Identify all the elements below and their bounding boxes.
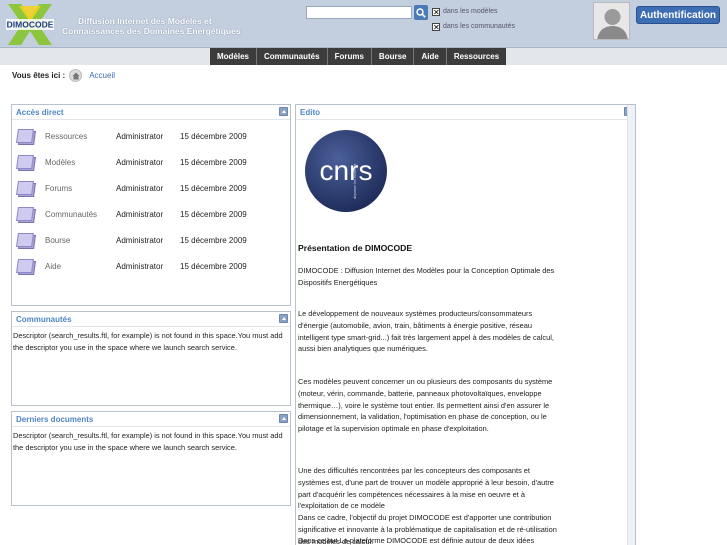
- item-date: 15 décembre 2009: [180, 132, 247, 141]
- acces-direct-panel: Accès direct Ressources Administrator 15…: [11, 104, 291, 306]
- home-icon[interactable]: [69, 69, 83, 82]
- item-author: Administrator: [116, 262, 164, 271]
- item-author: Administrator: [116, 236, 164, 245]
- nav-item-ressources[interactable]: Ressources: [447, 48, 506, 65]
- item-author: Administrator: [116, 184, 164, 193]
- site-tagline: Diffusion Internet des Modèles et Connai…: [62, 16, 241, 36]
- collapse-icon[interactable]: [279, 107, 288, 116]
- edito-paragraph: Le développement de nouveaux systèmes pr…: [298, 309, 554, 354]
- tagline-line-1: Diffusion Internet des Modèles et: [78, 16, 212, 26]
- list-item[interactable]: Bourse Administrator 15 décembre 2009: [16, 232, 286, 250]
- dimocode-logo[interactable]: DIMOCODE: [4, 2, 56, 47]
- document-icon: [16, 206, 38, 224]
- scope-models-checkbox[interactable]: ✕: [432, 7, 440, 16]
- derniers-documents-title: Derniers documents: [12, 412, 290, 427]
- acces-direct-title: Accès direct: [12, 105, 290, 120]
- list-item[interactable]: Aide Administrator 15 décembre 2009: [16, 258, 286, 276]
- header: DIMOCODE Diffusion Internet des Modèles …: [0, 0, 727, 48]
- tagline-line-2: Connaissances des Domaines Energétiques: [62, 26, 241, 36]
- svg-text:dépasser les frontières: dépasser les frontières: [353, 163, 357, 199]
- scope-communities-label: dans les communautés: [443, 23, 515, 30]
- edito-title: Edito: [296, 105, 635, 120]
- cnrs-logo: cnrs dépasser les frontières: [304, 129, 388, 213]
- derniers-documents-message: Descriptor (search_results.ftl, for exam…: [13, 431, 283, 452]
- avatar[interactable]: [593, 2, 630, 40]
- collapse-icon[interactable]: [279, 414, 288, 423]
- item-name[interactable]: Forums: [45, 180, 116, 198]
- collapse-icon[interactable]: [279, 314, 288, 323]
- edito-paragraph: DIMOCODE : Diffusion Internet des Modèle…: [298, 266, 555, 287]
- list-item[interactable]: Ressources Administrator 15 décembre 200…: [16, 128, 286, 146]
- nav-bar: Modèles Communautés Forums Bourse Aide R…: [210, 48, 507, 65]
- item-date: 15 décembre 2009: [180, 262, 247, 271]
- authentication-button[interactable]: Authentification: [636, 6, 720, 24]
- search-input[interactable]: [306, 6, 412, 19]
- derniers-documents-panel: Derniers documents Descriptor (search_re…: [11, 411, 291, 506]
- document-icon: [16, 180, 38, 198]
- breadcrumb: Vous êtes ici : Accueil: [12, 69, 115, 82]
- item-name[interactable]: Ressources: [45, 128, 116, 146]
- nav-item-forums[interactable]: Forums: [328, 48, 372, 65]
- scope-communities-checkbox[interactable]: ✕: [432, 22, 440, 31]
- item-author: Administrator: [116, 132, 164, 141]
- edito-paragraph: Dans ce but La plateforme DIMOCODE est d…: [298, 536, 535, 545]
- item-date: 15 décembre 2009: [180, 158, 247, 167]
- document-icon: [16, 128, 38, 146]
- scope-communities-option[interactable]: ✕ dans les communautés: [432, 22, 515, 31]
- communautes-panel: Communautés Descriptor (search_results.f…: [11, 311, 291, 406]
- breadcrumb-label: Vous êtes ici :: [12, 71, 66, 80]
- user-silhouette-icon: [597, 9, 628, 39]
- scope-models-option[interactable]: ✕ dans les modèles: [432, 7, 497, 16]
- item-date: 15 décembre 2009: [180, 184, 247, 193]
- communautes-message: Descriptor (search_results.ftl, for exam…: [13, 331, 283, 352]
- breadcrumb-home-link[interactable]: Accueil: [89, 70, 115, 81]
- search-icon: [416, 7, 426, 18]
- nav-item-bourse[interactable]: Bourse: [372, 48, 415, 65]
- scrollbar[interactable]: [627, 105, 635, 545]
- item-author: Administrator: [116, 210, 164, 219]
- edito-panel: Edito cnrs dépasser les frontières Prése…: [295, 104, 636, 545]
- list-item[interactable]: Forums Administrator 15 décembre 2009: [16, 180, 286, 198]
- item-name[interactable]: Bourse: [45, 232, 116, 250]
- item-author: Administrator: [116, 158, 164, 167]
- document-icon: [16, 154, 38, 172]
- edito-paragraph: Une des difficultés rencontrées par les …: [298, 466, 554, 511]
- scope-models-label: dans les modèles: [443, 8, 498, 15]
- edito-paragraph: Ces modèles peuvent concerner un ou plus…: [298, 377, 553, 434]
- list-item[interactable]: Communautés Administrator 15 décembre 20…: [16, 206, 286, 224]
- main-nav: Modèles Communautés Forums Bourse Aide R…: [0, 48, 727, 65]
- search-button[interactable]: [414, 5, 428, 20]
- item-date: 15 décembre 2009: [180, 236, 247, 245]
- item-name[interactable]: Communautés: [45, 206, 116, 224]
- item-name[interactable]: Aide: [45, 258, 116, 276]
- document-icon: [16, 258, 38, 276]
- nav-item-aide[interactable]: Aide: [414, 48, 447, 65]
- item-name[interactable]: Modèles: [45, 154, 116, 172]
- svg-text:cnrs: cnrs: [320, 155, 373, 186]
- nav-item-modeles[interactable]: Modèles: [210, 48, 258, 65]
- document-icon: [16, 232, 38, 250]
- list-item[interactable]: Modèles Administrator 15 décembre 2009: [16, 154, 286, 172]
- communautes-title: Communautés: [12, 312, 290, 327]
- svg-text:DIMOCODE: DIMOCODE: [7, 20, 54, 30]
- nav-item-communautes[interactable]: Communautés: [257, 48, 328, 65]
- item-date: 15 décembre 2009: [180, 210, 247, 219]
- edito-heading: Présentation de DIMOCODE: [298, 243, 413, 253]
